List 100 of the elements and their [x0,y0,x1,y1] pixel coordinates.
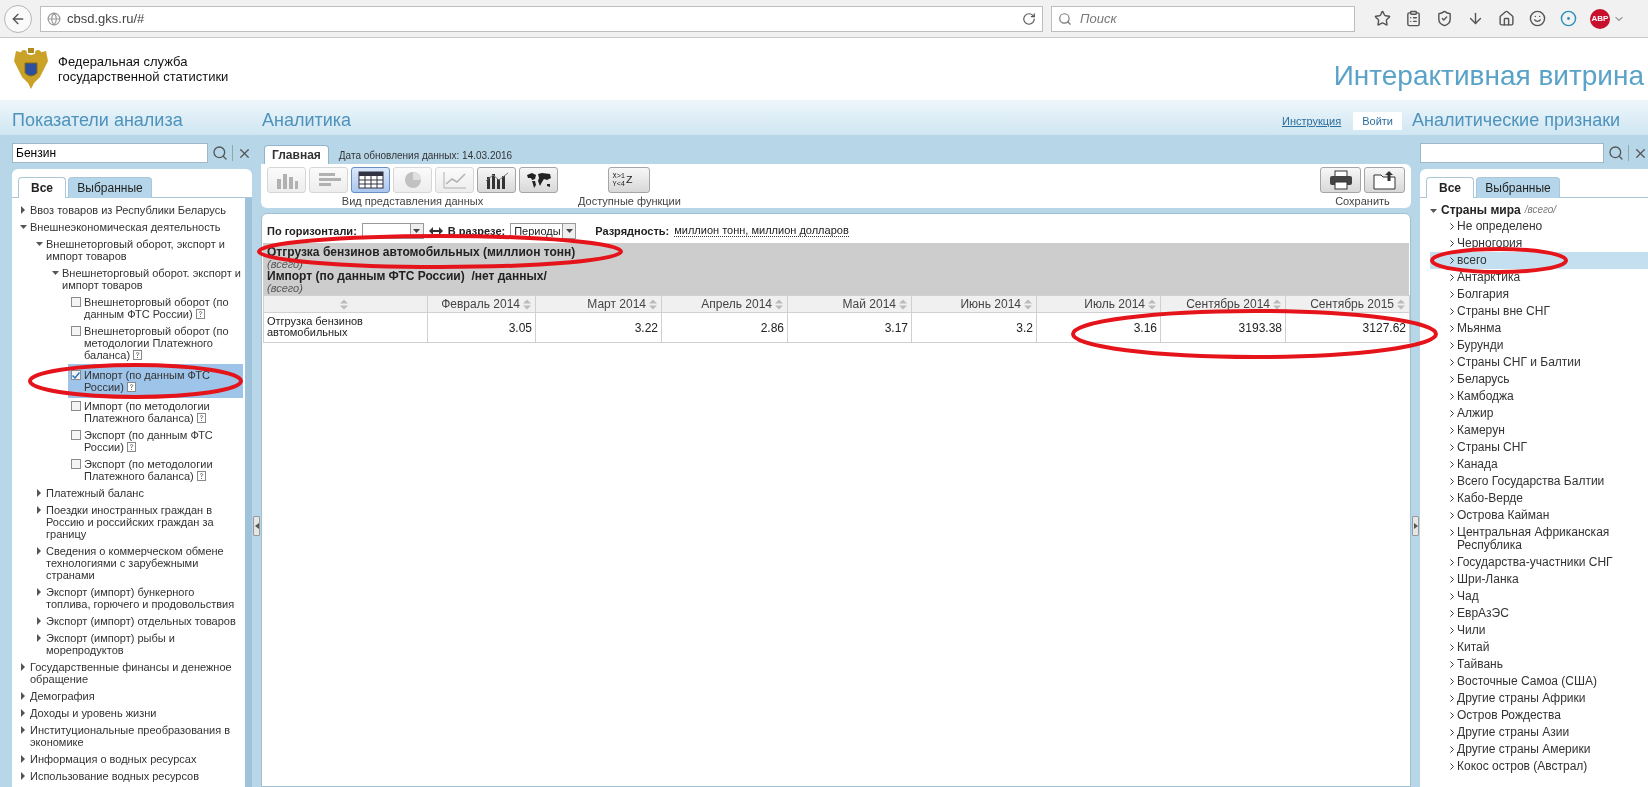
tree-row[interactable]: Экспорт (по данным ФТС России) [68,427,243,456]
tree-item[interactable]: Импорт (по методологии Платежного баланса) [84,400,241,424]
collapsed-caret-icon[interactable] [20,772,27,780]
tree-item[interactable]: Институциональные преобразования в экономике [30,724,241,748]
splitter-handle[interactable] [1412,516,1419,536]
collapsed-caret-icon[interactable] [36,506,43,514]
tree-row[interactable]: Внешнеторговый оборот (по данным ФТС России) [68,294,243,323]
help-icon[interactable] [126,382,136,392]
tree-item[interactable]: Информация о водных ресурсах [30,753,197,765]
target-icon[interactable] [1559,9,1577,28]
expanded-caret-icon[interactable] [20,223,27,231]
help-icon[interactable] [133,350,143,360]
help-icon[interactable] [196,471,206,481]
tree-item[interactable]: Беларусь [1457,373,1510,386]
tree-item[interactable]: Остров Рождества [1457,709,1561,722]
home-icon[interactable] [1497,9,1515,28]
tree-item[interactable]: Антарктика [1457,271,1521,284]
view-button[interactable] [519,167,558,193]
tree-item[interactable]: Камерун [1457,424,1505,437]
tree-item[interactable]: Сведения о коммерческом обмене технологиями с зарубежными странами [46,545,241,581]
star-icon[interactable] [1373,9,1391,28]
column-header[interactable]: Июнь 2014 [912,295,1037,313]
tree-item[interactable]: Внешнеторговый оборот (по данным ФТС России) [84,296,241,320]
tree-item[interactable]: Экспорт (по методологии Платежного баланса) [84,458,241,482]
collapsed-caret-icon[interactable] [36,588,43,596]
search-field[interactable] [1420,143,1605,163]
tree-item[interactable]: Экспорт (импорт) бункерного топлива, горючего и продовольствия [46,586,241,610]
tree-item[interactable]: Камбоджа [1457,390,1514,403]
tree-item[interactable]: Экспорт (по данным ФТС России) [84,429,241,453]
tree-item[interactable]: Страны СНГ и Балтии [1457,356,1581,369]
help-link[interactable]: Инструкция [1281,114,1342,127]
help-icon[interactable] [126,442,136,452]
checkbox[interactable] [71,459,81,469]
tree-item[interactable]: Тайвань [1457,658,1503,671]
tab[interactable]: Главная [264,145,329,164]
tree-item[interactable]: Экспорт (импорт) рыбы и морепродуктов [46,632,241,656]
tree-item[interactable]: Шри-Ланка [1457,573,1519,586]
collapsed-caret-icon[interactable] [36,547,43,555]
tree-item[interactable]: Экспорт (импорт) отдельных товаров [46,615,236,627]
column-header[interactable]: Март 2014 [536,295,662,313]
expanded-caret-icon[interactable] [52,269,59,277]
checkbox[interactable] [71,401,81,411]
collapsed-caret-icon[interactable] [20,755,27,763]
tab[interactable]: Все [18,177,66,198]
checkbox[interactable] [71,326,81,336]
reload-icon[interactable] [1022,11,1036,26]
tree-item[interactable]: Страны СНГ [1457,441,1527,454]
collapsed-caret-icon[interactable] [20,663,27,671]
column-header[interactable]: Май 2014 [788,295,912,313]
help-icon[interactable] [195,309,205,319]
login-button[interactable]: Войти [1353,111,1402,130]
tree-item[interactable]: Болгария [1457,288,1509,301]
collapsed-caret-icon[interactable] [20,692,27,700]
collapsed-caret-icon[interactable] [20,206,27,214]
search-field[interactable]: Поиск [1078,10,1348,27]
tree-row[interactable]: Внешнеторговый оборот (по методологии Платежного баланса) [68,323,243,364]
tree-item[interactable]: Кабо-Верде [1457,492,1523,505]
tree-item[interactable]: Чад [1457,590,1479,603]
tree-item[interactable]: Доходы и уровень жизни [30,707,157,719]
tree-item[interactable]: Канада [1457,458,1498,471]
address-bar[interactable]: cbsd.gks.ru/# [40,5,1043,32]
tree-item[interactable]: Использование водных ресурсов [30,770,200,782]
tree-item[interactable]: Государства-участники СНГ [1457,556,1613,569]
search-field[interactable]: Бензин [12,143,208,163]
column-header[interactable]: Февраль 2014 [428,295,536,313]
tree-item[interactable]: Внешнеторговый оборот. экспорт и импорт товаров [62,267,241,291]
tree-item[interactable]: Черногория [1457,237,1523,250]
tree-item[interactable]: Восточные Самоа (США) [1457,675,1598,688]
collapsed-caret-icon[interactable] [20,709,27,717]
scale-link[interactable]: миллион тонн, миллион долларов [674,224,849,237]
tree-item[interactable]: Мьянма [1457,322,1502,335]
tab[interactable]: Выбранные [1476,177,1560,198]
tree-row[interactable]: Импорт (по методологии Платежного баланса) [68,398,243,427]
tree-item[interactable]: Другие страны Америки [1457,743,1591,756]
search-box[interactable]: Поиск [1051,5,1355,32]
tree-item[interactable]: Острова Кайман [1457,509,1550,522]
tree-item[interactable]: Центральная Африканская Республика [1457,526,1648,552]
tree-row[interactable]: Экспорт (по методологии Платежного баланса) [68,456,243,485]
tree-item[interactable]: Страны мира [1441,202,1521,217]
collapsed-caret-icon[interactable] [20,726,27,734]
tree-item[interactable]: ЕврАзЭС [1457,607,1509,620]
tree-item[interactable]: Страны вне СНГ [1457,305,1550,318]
tree-item[interactable]: Демография [30,690,95,702]
tab[interactable]: Все [1426,177,1474,198]
column-header[interactable]: Июль 2014 [1037,295,1161,313]
scrollbar[interactable] [245,198,252,787]
back-button[interactable] [4,4,32,33]
tree-item[interactable]: Внешнеторговый оборот (по методологии Платежного баланса) [84,325,241,361]
column-header[interactable]: Сентябрь 2015 [1286,295,1410,313]
print-button[interactable] [1320,167,1361,193]
tree-item[interactable]: Алжир [1457,407,1494,420]
tree-item[interactable]: Бурунди [1457,339,1504,352]
tree-item[interactable]: Не определено [1457,220,1543,233]
checkbox[interactable] [71,430,81,440]
column-header[interactable]: Апрель 2014 [662,295,788,313]
tree-item[interactable]: Государственные финансы и денежное обращение [30,661,241,685]
swap-icon[interactable] [428,226,443,235]
sort-icon[interactable] [1273,298,1281,310]
tree-item[interactable]: Внешнеторговый оборот, экспорт и импорт товаров [46,238,241,262]
adblock-button[interactable]: ABP [1590,8,1610,29]
